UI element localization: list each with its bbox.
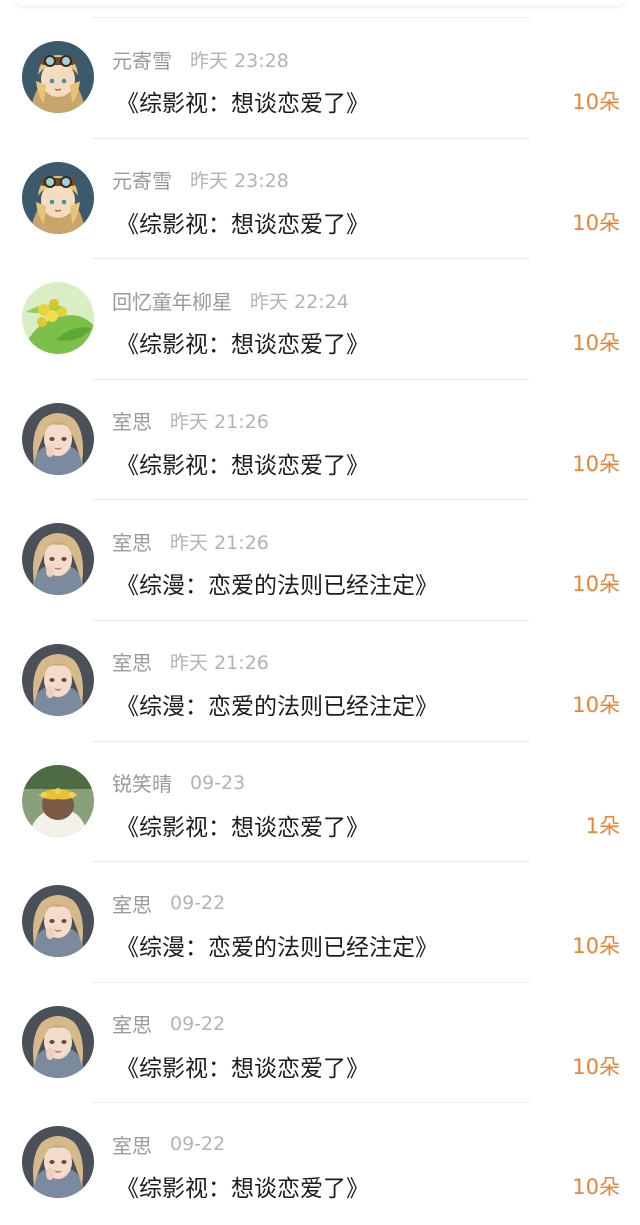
list-item[interactable]: 元寄雪 昨天 23:28 《综影视：想谈恋爱了》 10朵 <box>0 17 640 138</box>
meta-line: 室思 09-22 <box>112 1010 225 1038</box>
list-item[interactable]: 室思 昨天 21:26 《综漫：恋爱的法则已经注定》 10朵 <box>0 619 640 741</box>
meta-line: 室思 昨天 21:26 <box>112 407 269 435</box>
timestamp: 昨天 21:26 <box>170 531 269 554</box>
timestamp: 昨天 22:24 <box>250 290 349 313</box>
avatar[interactable] <box>22 1126 94 1199</box>
list-item[interactable]: 回忆童年柳星 昨天 22:24 《综影视：想谈恋爱了》 10朵 <box>0 258 640 379</box>
book-title[interactable]: 《综影视：想谈恋爱了》 <box>116 84 369 118</box>
user-name[interactable]: 室思 <box>112 527 152 556</box>
divider <box>92 861 530 863</box>
list-item[interactable]: 室思 09-22 《综漫：恋爱的法则已经注定》 10朵 <box>0 861 640 982</box>
top-bar <box>0 0 640 14</box>
user-name[interactable]: 室思 <box>112 406 152 435</box>
list-item[interactable]: 室思 昨天 21:26 《综漫：恋爱的法则已经注定》 10朵 <box>0 499 640 620</box>
book-title[interactable]: 《综影视：想谈恋爱了》 <box>116 325 369 359</box>
list-item[interactable]: 室思 09-22 《综影视：想谈恋爱了》 10朵 <box>0 981 640 1103</box>
divider <box>92 137 530 139</box>
avatar[interactable] <box>22 885 94 958</box>
avatar[interactable] <box>22 41 94 113</box>
user-name[interactable]: 室思 <box>112 889 152 918</box>
meta-line: 元寄雪 昨天 23:28 <box>112 45 289 73</box>
user-name[interactable]: 室思 <box>112 1130 152 1159</box>
avatar[interactable] <box>22 643 94 716</box>
flower-amount: 10朵 <box>572 90 620 114</box>
timestamp: 昨天 23:28 <box>190 49 289 72</box>
timestamp: 昨天 21:26 <box>170 411 269 434</box>
timestamp: 09-22 <box>170 892 226 915</box>
flower-amount: 10朵 <box>572 572 620 597</box>
flower-amount: 10朵 <box>572 331 620 356</box>
avatar[interactable] <box>22 282 94 355</box>
flower-amount: 10朵 <box>572 1054 620 1079</box>
flower-amount: 10朵 <box>572 210 620 235</box>
list-item[interactable]: 室思 昨天 21:26 《综影视：想谈恋爱了》 10朵 <box>0 378 640 500</box>
user-name[interactable]: 锐笑晴 <box>112 768 172 797</box>
list-item[interactable]: 元寄雪 昨天 23:28 《综影视：想谈恋爱了》 10朵 <box>0 137 640 259</box>
timestamp: 昨天 23:28 <box>190 170 289 193</box>
timestamp: 昨天 21:26 <box>170 652 269 675</box>
flower-amount: 10朵 <box>572 1175 620 1200</box>
book-title[interactable]: 《综影视：想谈恋爱了》 <box>116 205 369 239</box>
user-name[interactable]: 室思 <box>112 647 152 676</box>
divider <box>92 17 530 18</box>
divider <box>92 1102 530 1104</box>
meta-line: 元寄雪 昨天 23:28 <box>112 166 289 194</box>
timestamp: 09-23 <box>190 771 246 794</box>
meta-line: 室思 昨天 21:26 <box>112 527 269 555</box>
book-title[interactable]: 《综漫：恋爱的法则已经注定》 <box>116 928 438 962</box>
user-name[interactable]: 元寄雪 <box>112 165 172 194</box>
book-title[interactable]: 《综影视：想谈恋爱了》 <box>116 1049 369 1083</box>
avatar[interactable] <box>22 161 94 234</box>
flower-amount: 10朵 <box>572 934 620 959</box>
search-bar-edge <box>12 0 628 6</box>
user-name[interactable]: 元寄雪 <box>112 45 172 74</box>
timestamp: 09-22 <box>170 1012 226 1035</box>
avatar[interactable] <box>22 523 94 596</box>
divider <box>92 981 530 983</box>
divider <box>92 258 530 260</box>
gift-record-list: 元寄雪 昨天 23:28 《综影视：想谈恋爱了》 10朵 元寄雪 昨天 23:2… <box>0 17 640 1223</box>
divider <box>92 378 530 380</box>
avatar[interactable] <box>22 764 94 837</box>
avatar[interactable] <box>22 1005 94 1078</box>
user-name[interactable]: 回忆童年柳星 <box>112 286 232 315</box>
book-title[interactable]: 《综影视：想谈恋爱了》 <box>116 446 369 480</box>
flower-amount: 10朵 <box>572 692 620 717</box>
flower-amount: 10朵 <box>572 451 620 476</box>
meta-line: 锐笑晴 09-23 <box>112 769 245 797</box>
divider <box>92 499 530 501</box>
book-title[interactable]: 《综影视：想谈恋爱了》 <box>116 808 369 842</box>
divider <box>92 619 530 621</box>
avatar[interactable] <box>22 402 94 475</box>
divider <box>92 740 530 742</box>
flower-amount: 1朵 <box>585 813 620 838</box>
meta-line: 室思 09-22 <box>112 889 225 917</box>
meta-line: 室思 昨天 21:26 <box>112 648 269 676</box>
book-title[interactable]: 《综漫：恋爱的法则已经注定》 <box>116 566 438 600</box>
list-item[interactable]: 室思 09-22 《综影视：想谈恋爱了》 10朵 <box>0 1102 640 1223</box>
timestamp: 09-22 <box>170 1133 226 1156</box>
book-title[interactable]: 《综漫：恋爱的法则已经注定》 <box>116 687 438 721</box>
meta-line: 室思 09-22 <box>112 1130 225 1158</box>
list-item[interactable]: 锐笑晴 09-23 《综影视：想谈恋爱了》 1朵 <box>0 740 640 862</box>
user-name[interactable]: 室思 <box>112 1009 152 1038</box>
book-title[interactable]: 《综影视：想谈恋爱了》 <box>116 1169 369 1203</box>
meta-line: 回忆童年柳星 昨天 22:24 <box>112 286 349 314</box>
